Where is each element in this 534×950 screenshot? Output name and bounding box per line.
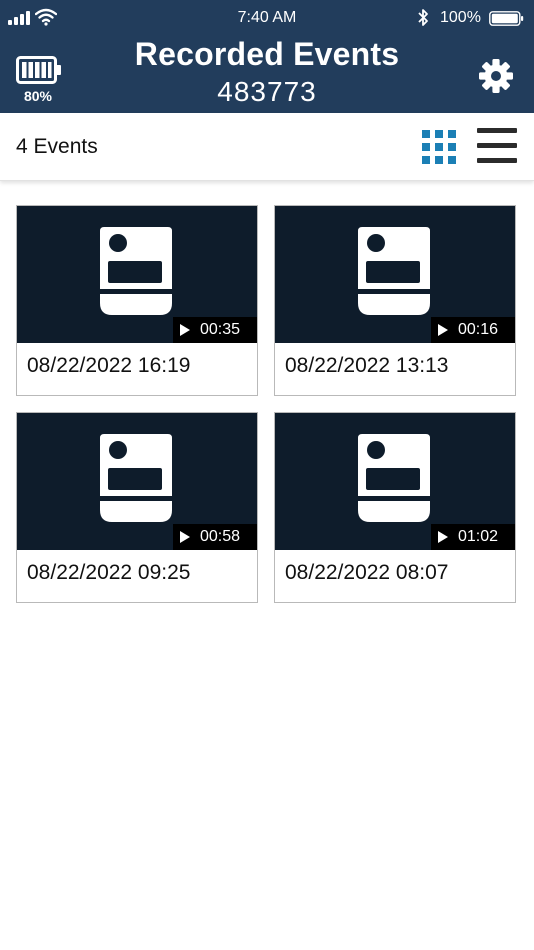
gear-icon[interactable] xyxy=(478,58,514,94)
event-thumbnail: 00:35 xyxy=(17,206,257,343)
event-date: 08/22/2022 08:07 xyxy=(285,561,449,584)
bluetooth-icon xyxy=(418,9,428,26)
duration-badge: 00:35 xyxy=(173,317,257,343)
body-camera-icon xyxy=(100,434,172,522)
grid-view-icon[interactable] xyxy=(422,130,456,164)
page-title: Recorded Events xyxy=(134,36,400,72)
event-date: 08/22/2022 13:13 xyxy=(285,354,449,377)
play-icon xyxy=(438,324,448,336)
status-battery-percent: 100% xyxy=(440,9,481,26)
duration-badge: 00:16 xyxy=(431,317,515,343)
app-header: 7:40 AM 100% 80% Recorded Events 483773 xyxy=(0,0,534,113)
event-card[interactable]: 00:35 08/22/2022 16:19 xyxy=(16,205,258,396)
event-card[interactable]: 00:16 08/22/2022 13:13 xyxy=(274,205,516,396)
event-count: 4 Events xyxy=(16,135,98,158)
duration-text: 00:35 xyxy=(200,321,241,338)
event-thumbnail: 01:02 xyxy=(275,413,515,550)
event-thumbnail: 00:16 xyxy=(275,206,515,343)
duration-text: 01:02 xyxy=(458,528,499,545)
device-id: 483773 xyxy=(217,76,317,107)
event-card[interactable]: 00:58 08/22/2022 09:25 xyxy=(16,412,258,603)
events-grid: 00:35 08/22/2022 16:19 00:16 08/22/2022 … xyxy=(16,205,516,603)
event-thumbnail: 00:58 xyxy=(17,413,257,550)
body-camera-icon xyxy=(358,227,430,315)
status-bar: 7:40 AM 100% xyxy=(0,0,534,36)
play-icon xyxy=(180,324,190,336)
duration-text: 00:16 xyxy=(458,321,499,338)
events-toolbar: 4 Events xyxy=(0,113,534,181)
event-date: 08/22/2022 16:19 xyxy=(27,354,191,377)
play-icon xyxy=(180,531,190,543)
event-date: 08/22/2022 09:25 xyxy=(27,561,191,584)
phone-battery-icon xyxy=(489,11,524,26)
duration-text: 00:58 xyxy=(200,528,241,545)
list-view-icon[interactable] xyxy=(477,128,517,164)
play-icon xyxy=(438,531,448,543)
body-camera-icon xyxy=(100,227,172,315)
duration-badge: 00:58 xyxy=(173,524,257,550)
duration-badge: 01:02 xyxy=(431,524,515,550)
body-camera-icon xyxy=(358,434,430,522)
event-card[interactable]: 01:02 08/22/2022 08:07 xyxy=(274,412,516,603)
